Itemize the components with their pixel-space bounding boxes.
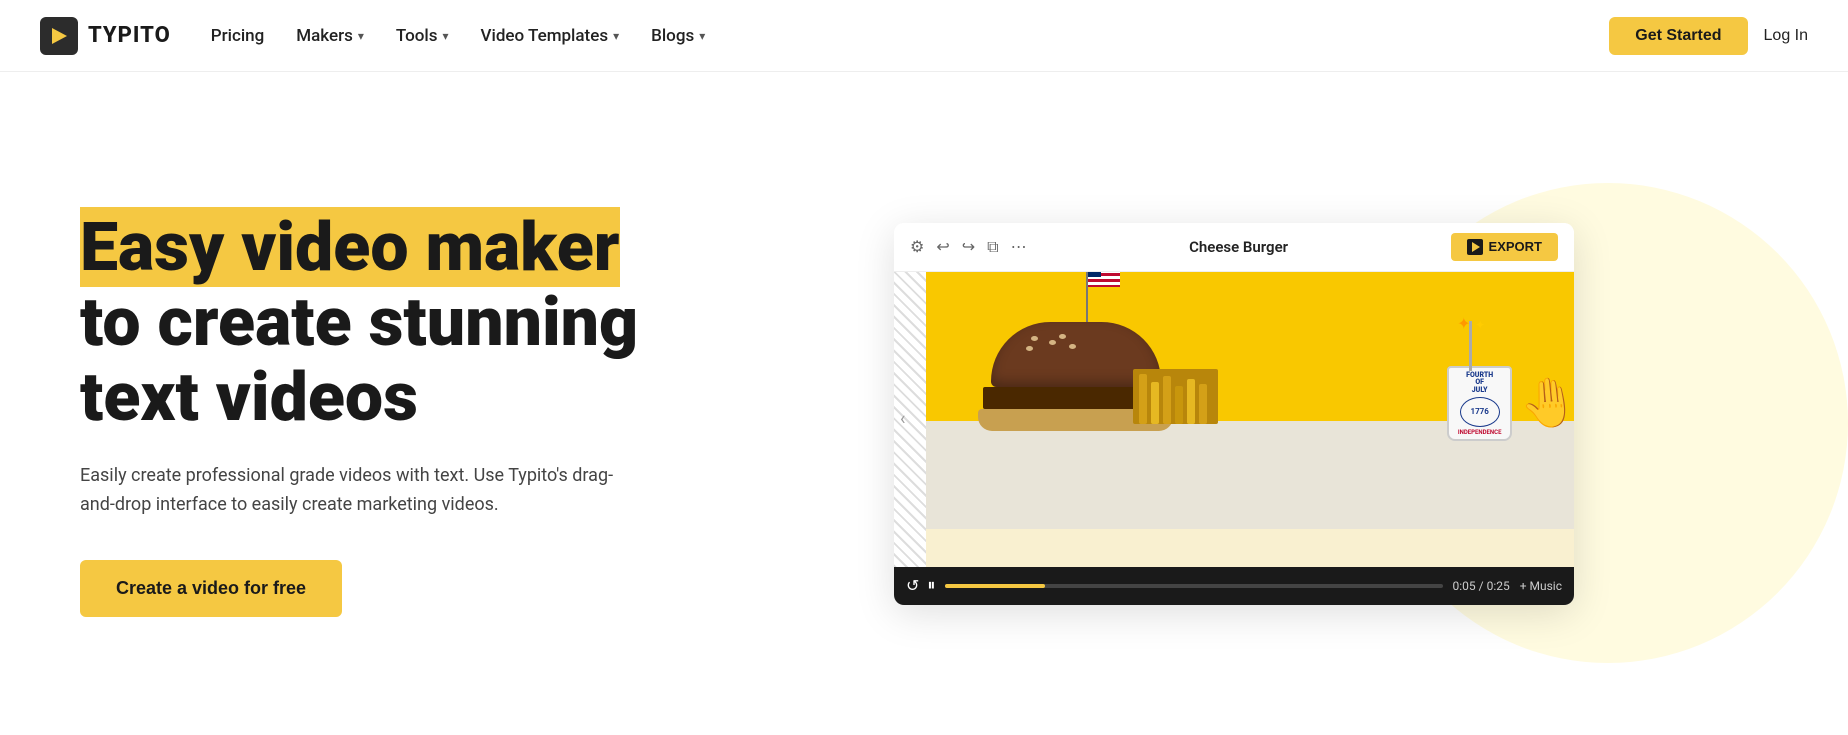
cup-group: ✦ ✦ FOURTHOFJULY 1776 INDEPENDENCE (1447, 366, 1522, 441)
hand-icon: 🤚 (1517, 371, 1574, 433)
nav-makers[interactable]: Makers ▾ (296, 26, 364, 46)
left-arrow-icon[interactable]: ‹ (900, 409, 905, 430)
flag-stripe (1088, 282, 1120, 285)
editor-bottombar: ↺ ⏸ 0:05 / 0:25 + Music (894, 567, 1574, 605)
nav-video-templates[interactable]: Video Templates ▾ (481, 26, 620, 46)
logo-link[interactable]: TYPITO (40, 17, 171, 55)
progress-fill (945, 584, 1044, 588)
redo-icon[interactable]: ↪ (962, 237, 975, 256)
nav-tools[interactable]: Tools ▾ (396, 26, 449, 46)
editor-canvas: ‹ (894, 272, 1574, 567)
video-editor: ⚙ ↩ ↪ ⧉ ⋯ Cheese Burger EXPORT ‹ (894, 223, 1574, 605)
cup-independence: INDEPENDENCE (1458, 429, 1502, 436)
editor-toolbar-left: ⚙ ↩ ↪ ⧉ ⋯ (910, 237, 1027, 257)
sesame-seeds (1031, 336, 1038, 341)
progress-bar[interactable] (945, 584, 1442, 588)
fry4 (1175, 386, 1183, 424)
nav-left: TYPITO Pricing Makers ▾ Tools ▾ Video Te… (40, 17, 705, 55)
fry3 (1163, 376, 1171, 424)
undo-icon[interactable]: ↩ (936, 237, 949, 256)
hero-title-line2: to create stunning (80, 282, 638, 362)
sparkler-sparks2: ✦ (1475, 318, 1485, 332)
music-label[interactable]: + Music (1520, 579, 1562, 593)
hero-title-line3: text videos (80, 357, 418, 437)
export-button[interactable]: EXPORT (1451, 233, 1558, 261)
login-button[interactable]: Log In (1764, 27, 1808, 45)
cup-emblem: 1776 (1460, 397, 1500, 427)
nav-pricing[interactable]: Pricing (211, 26, 265, 46)
makers-chevron: ▾ (358, 29, 364, 43)
logo-icon (40, 17, 78, 55)
cup-label: FOURTHOFJULY (1466, 372, 1493, 395)
cta-button[interactable]: Create a video for free (80, 560, 342, 617)
restart-button[interactable]: ↺ (906, 576, 919, 596)
hero-right: ⚙ ↩ ↪ ⧉ ⋯ Cheese Burger EXPORT ‹ (680, 223, 1788, 605)
hero-title-highlight: Easy video maker (80, 207, 620, 287)
fry5 (1187, 379, 1195, 424)
fries-container (1133, 369, 1218, 424)
play-controls: ↺ ⏸ (906, 576, 935, 596)
more-icon[interactable]: ⋯ (1011, 237, 1027, 256)
hero-section: Easy video maker to create stunning text… (0, 72, 1848, 735)
tools-chevron: ▾ (443, 29, 449, 43)
fry6 (1199, 384, 1207, 424)
nav-right: Get Started Log In (1609, 17, 1808, 55)
sparkler-sparks: ✦ (1457, 314, 1470, 333)
fry2 (1151, 382, 1159, 424)
copy-icon[interactable]: ⧉ (987, 237, 998, 257)
nav-links: Pricing Makers ▾ Tools ▾ Video Templates… (211, 26, 705, 46)
navbar: TYPITO Pricing Makers ▾ Tools ▾ Video Te… (0, 0, 1848, 72)
editor-title: Cheese Burger (1027, 238, 1451, 256)
get-started-button[interactable]: Get Started (1609, 17, 1747, 55)
export-play-icon (1467, 239, 1483, 255)
usa-flag (1088, 272, 1120, 287)
left-panel (894, 272, 926, 567)
nav-blogs[interactable]: Blogs ▾ (651, 26, 705, 46)
food-image-area: ✦ ✦ FOURTHOFJULY 1776 INDEPENDENCE 🤚 (926, 272, 1574, 529)
fries-group (1133, 369, 1223, 439)
brand-name: TYPITO (88, 23, 171, 48)
time-display: 0:05 / 0:25 (1453, 579, 1510, 593)
blogs-chevron: ▾ (699, 29, 705, 43)
settings-icon[interactable]: ⚙ (910, 237, 924, 256)
hero-description: Easily create professional grade videos … (80, 462, 640, 520)
editor-topbar: ⚙ ↩ ↪ ⧉ ⋯ Cheese Burger EXPORT (894, 223, 1574, 272)
flag-canton (1088, 272, 1101, 277)
play-pause-button[interactable]: ⏸ (927, 577, 935, 595)
fry1 (1139, 374, 1147, 424)
hero-left: Easy video maker to create stunning text… (80, 210, 640, 617)
cup-body: FOURTHOFJULY 1776 INDEPENDENCE (1447, 366, 1512, 441)
hero-title: Easy video maker to create stunning text… (80, 210, 640, 434)
video-templates-chevron: ▾ (613, 29, 619, 43)
